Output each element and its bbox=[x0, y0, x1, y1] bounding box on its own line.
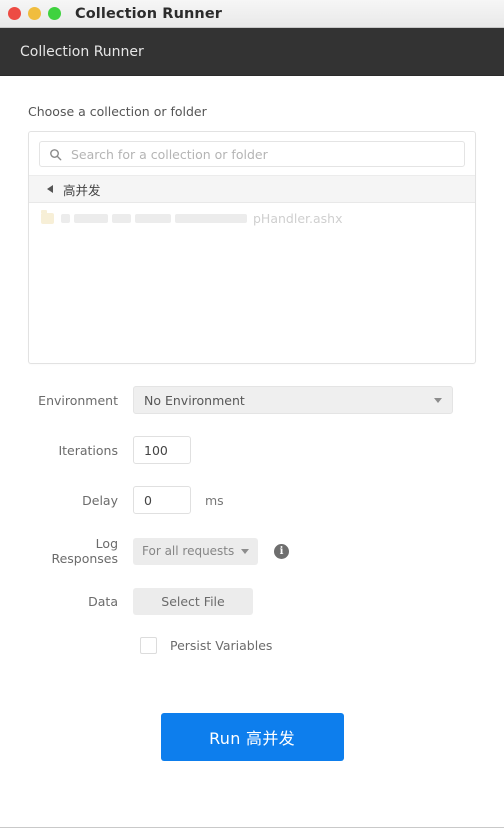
window-titlebar: Collection Runner bbox=[0, 0, 504, 28]
redacted-block bbox=[61, 213, 70, 223]
main-content: Choose a collection or folder 高并发 bbox=[0, 76, 504, 828]
list-item-label: pHandler.ashx bbox=[253, 210, 343, 226]
chevron-down-icon bbox=[434, 397, 442, 403]
delay-label: Delay bbox=[82, 492, 118, 508]
delay-row: Delay ms bbox=[28, 486, 476, 514]
data-row: Data Select File bbox=[28, 588, 476, 615]
search-input[interactable] bbox=[71, 146, 455, 162]
redacted-block bbox=[135, 213, 171, 223]
info-icon[interactable]: i bbox=[274, 543, 289, 559]
persist-variables-checkbox[interactable] bbox=[140, 637, 157, 654]
list-item[interactable]: pHandler.ashx bbox=[29, 205, 475, 231]
triangle-left-icon[interactable] bbox=[47, 185, 53, 193]
environment-label: Environment bbox=[38, 392, 118, 408]
persist-variables-row: Persist Variables bbox=[28, 637, 476, 654]
close-window-button[interactable] bbox=[8, 7, 21, 20]
log-responses-row: Log Responses For all requests i bbox=[28, 536, 476, 566]
environment-row: Environment No Environment bbox=[28, 386, 476, 414]
search-icon bbox=[50, 148, 62, 160]
iterations-input[interactable] bbox=[133, 436, 191, 464]
choose-collection-label: Choose a collection or folder bbox=[28, 104, 207, 119]
environment-select[interactable]: No Environment bbox=[133, 386, 453, 414]
collection-chooser-panel: 高并发 pHandler.ashx bbox=[28, 131, 476, 364]
iterations-row: Iterations bbox=[28, 436, 476, 464]
app-header-title: Collection Runner bbox=[20, 43, 144, 60]
redacted-block bbox=[175, 213, 247, 223]
collection-list: pHandler.ashx bbox=[29, 203, 475, 231]
data-label: Data bbox=[88, 594, 118, 609]
select-file-button[interactable]: Select File bbox=[133, 588, 253, 615]
traffic-lights bbox=[8, 7, 61, 20]
maximize-window-button[interactable] bbox=[48, 7, 61, 20]
chevron-down-icon bbox=[241, 548, 249, 554]
search-box[interactable] bbox=[39, 141, 465, 167]
persist-variables-label: Persist Variables bbox=[170, 638, 273, 653]
log-responses-label: Log Responses bbox=[51, 536, 118, 566]
delay-input[interactable] bbox=[133, 486, 191, 514]
folder-icon bbox=[41, 209, 54, 224]
run-collection-button[interactable]: Run 高并发 bbox=[160, 713, 344, 761]
log-responses-selected-value: For all requests bbox=[142, 544, 235, 558]
search-row bbox=[29, 132, 475, 175]
breadcrumb[interactable]: 高并发 bbox=[29, 175, 475, 203]
delay-unit-label: ms bbox=[205, 492, 224, 508]
window-title: Collection Runner bbox=[75, 5, 223, 22]
redacted-block bbox=[112, 213, 131, 223]
run-button-container: Run 高并发 bbox=[28, 676, 476, 761]
breadcrumb-label: 高并发 bbox=[63, 182, 101, 198]
iterations-label: Iterations bbox=[58, 442, 118, 458]
redacted-block bbox=[74, 213, 108, 223]
minimize-window-button[interactable] bbox=[28, 7, 41, 20]
runner-settings-form: Environment No Environment Iterations De… bbox=[28, 364, 476, 761]
environment-selected-value: No Environment bbox=[144, 392, 245, 408]
log-responses-select[interactable]: For all requests bbox=[133, 537, 258, 565]
app-header: Collection Runner bbox=[0, 28, 504, 76]
